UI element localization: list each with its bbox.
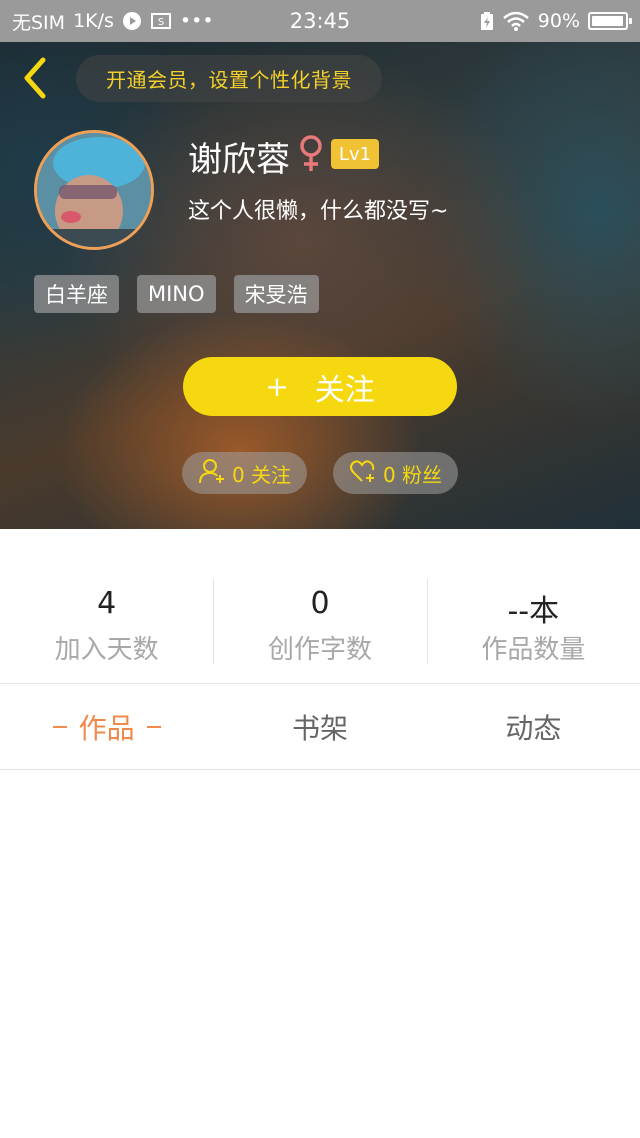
username: 谢欣蓉 <box>188 140 290 180</box>
bio-text: 这个人很懒，什么都没写~ <box>188 199 449 224</box>
tag[interactable]: 白羊座 <box>34 275 119 313</box>
female-icon <box>296 133 326 177</box>
stat-join-days: 4 加入天数 <box>0 529 213 683</box>
stats-row: 4 加入天数 0 创作字数 --本 作品数量 <box>0 529 640 683</box>
stat-value: 4 <box>97 586 117 621</box>
battery-percent: 90% <box>537 10 580 32</box>
tab-content-area <box>0 771 640 1138</box>
stat-word-count: 0 创作字数 <box>213 529 426 683</box>
tab-indicator-left <box>52 725 67 728</box>
stat-works-count: --本 作品数量 <box>427 529 640 683</box>
carrier-label: 无SIM <box>12 11 66 34</box>
network-speed: 1K/s <box>73 10 114 32</box>
vip-banner[interactable]: 开通会员，设置个性化背景 <box>76 55 382 102</box>
status-bar: 无SIM 1K/s S ••• 23:45 90% <box>0 0 640 42</box>
tab-label: 动态 <box>505 711 562 745</box>
back-button[interactable] <box>14 56 54 104</box>
tab-activity[interactable]: 动态 <box>427 684 640 769</box>
tab-bookshelf[interactable]: 书架 <box>213 684 426 769</box>
tag[interactable]: MINO <box>137 275 216 313</box>
tag-list: 白羊座 MINO 宋旻浩 <box>34 275 319 313</box>
tab-bar: 作品 书架 动态 <box>0 683 640 770</box>
following-count-button[interactable]: 0 关注 <box>182 452 307 494</box>
follow-label: 关注 <box>314 372 375 408</box>
more-dots: ••• <box>179 10 214 32</box>
stat-value: --本 <box>507 594 560 629</box>
fans-count-button[interactable]: 0 粉丝 <box>333 452 458 494</box>
plus-icon: + <box>265 370 289 403</box>
screenshot-icon: S <box>150 11 172 31</box>
add-user-icon <box>198 457 226 490</box>
level-badge: Lv1 <box>331 139 379 169</box>
profile-header: 开通会员，设置个性化背景 谢欣蓉 Lv1 这个人很懒，什么都没写~ 白羊座 MI… <box>0 42 640 529</box>
divider <box>427 579 428 664</box>
divider <box>213 579 214 664</box>
svg-text:S: S <box>158 17 164 28</box>
tab-works[interactable]: 作品 <box>0 684 213 769</box>
heart-plus-icon <box>349 458 377 489</box>
battery-charging-icon <box>480 11 494 31</box>
tab-label: 作品 <box>78 711 135 745</box>
chevron-left-icon <box>19 56 49 104</box>
follow-button[interactable]: + 关注 <box>183 357 457 416</box>
tab-label: 书架 <box>291 711 348 745</box>
stat-label: 作品数量 <box>481 635 586 665</box>
stat-value: 0 <box>310 586 330 621</box>
following-count-label: 0 关注 <box>231 462 292 487</box>
stat-label: 加入天数 <box>54 635 159 665</box>
fans-count-label: 0 粉丝 <box>382 462 443 487</box>
wifi-icon <box>502 11 530 31</box>
tag[interactable]: 宋旻浩 <box>233 275 319 313</box>
play-icon <box>122 11 142 31</box>
avatar[interactable] <box>34 130 154 250</box>
tab-indicator-right <box>146 725 161 728</box>
stat-label: 创作字数 <box>267 635 372 665</box>
battery-icon <box>588 12 632 30</box>
